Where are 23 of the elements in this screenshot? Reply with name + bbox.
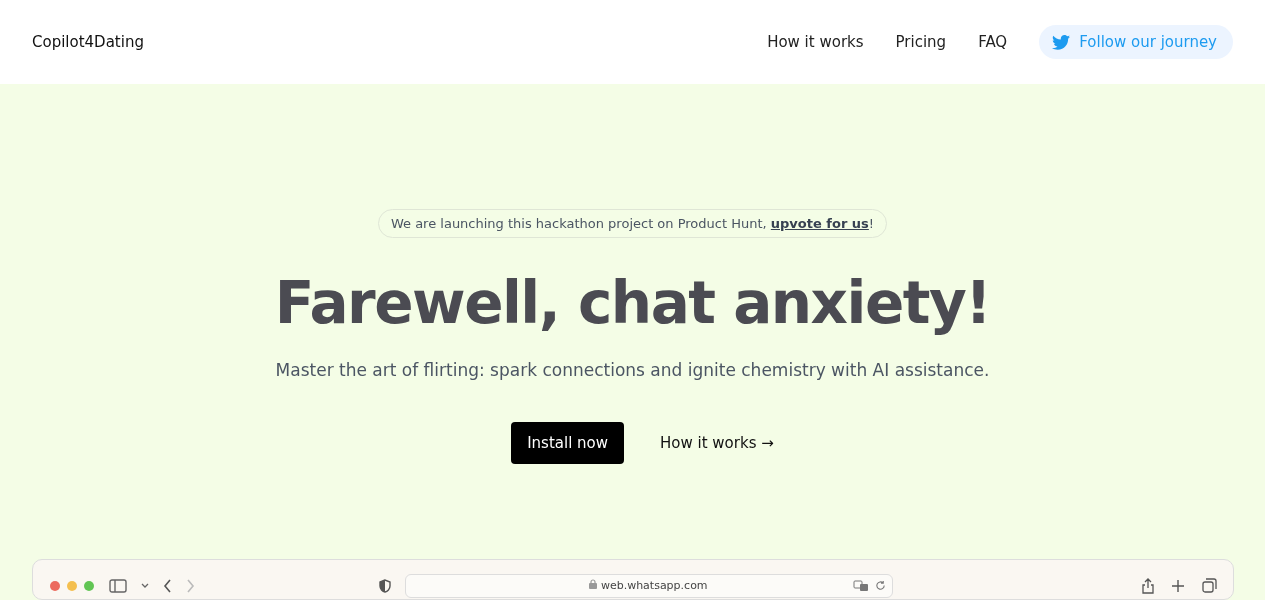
back-icon[interactable] bbox=[162, 578, 172, 593]
upvote-link[interactable]: upvote for us bbox=[770, 216, 869, 231]
lock-icon bbox=[589, 579, 598, 590]
chevron-down-icon[interactable] bbox=[140, 582, 149, 589]
share-icon[interactable] bbox=[1141, 577, 1154, 594]
hero-title: Farewell, chat anxiety! bbox=[274, 272, 991, 336]
nav-link[interactable]: Pricing bbox=[895, 33, 947, 51]
window-controls-icon[interactable] bbox=[48, 579, 95, 592]
tabs-icon[interactable] bbox=[1201, 578, 1217, 594]
hero-subtitle: Master the art of flirting: spark connections and ignite chemistry with AI assistance. bbox=[275, 359, 990, 380]
nav-link[interactable]: How it works bbox=[767, 33, 864, 51]
install-button[interactable]: Install now bbox=[511, 421, 625, 464]
nav-link[interactable]: FAQ bbox=[978, 33, 1008, 51]
how-it-works-link[interactable]: How it works → bbox=[660, 433, 774, 452]
translate-icon[interactable] bbox=[852, 579, 869, 592]
bird-icon bbox=[1052, 34, 1071, 50]
logo-text[interactable]: Copilot4Dating bbox=[32, 33, 144, 51]
reload-icon[interactable] bbox=[874, 580, 886, 592]
plus-icon[interactable] bbox=[1171, 579, 1184, 592]
shield-icon[interactable] bbox=[378, 578, 391, 593]
sidebar-icon[interactable] bbox=[108, 578, 127, 593]
address-field[interactable]: web.whatsapp.com bbox=[404, 573, 893, 598]
address-text: web.whatsapp.com bbox=[589, 579, 708, 593]
